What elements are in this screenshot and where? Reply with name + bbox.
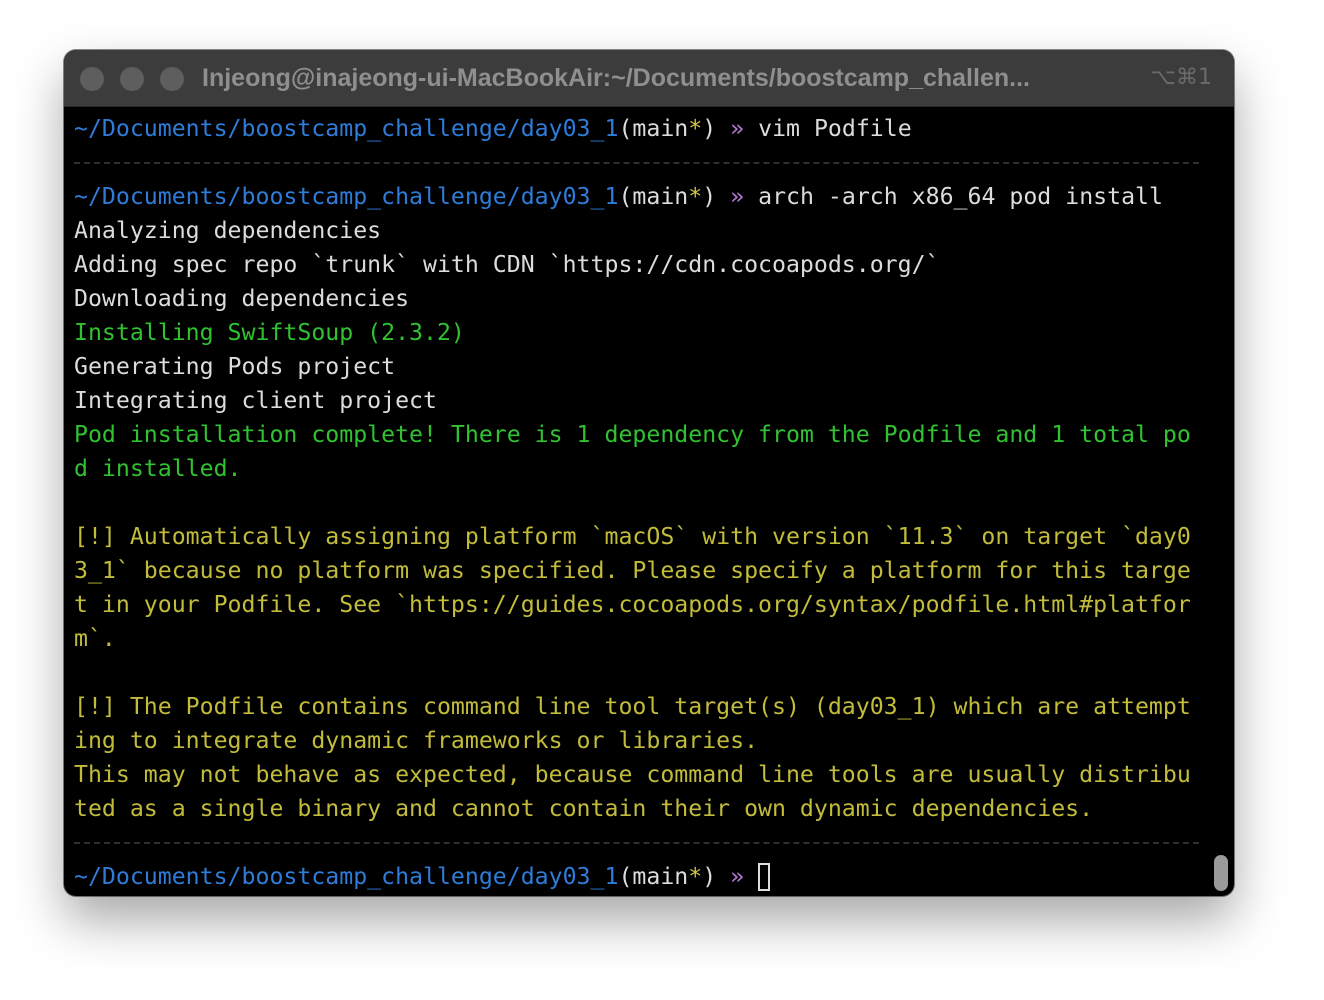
warning-line: 3_1` because no platform was specified. …	[74, 557, 1191, 584]
warning-line: ing to integrate dynamic frameworks or l…	[74, 727, 759, 754]
prompt-paren-close: )	[702, 183, 717, 210]
output-line: Downloading dependencies	[74, 285, 410, 312]
prompt-paren-close: )	[702, 863, 717, 890]
git-dirty-marker: *	[688, 115, 703, 142]
command-text: arch -arch x86_64 pod install	[758, 183, 1163, 210]
warning-line: m`.	[74, 625, 116, 652]
prompt-path: ~/Documents/boostcamp_challenge/day03_1	[74, 183, 619, 210]
prompt-path: ~/Documents/boostcamp_challenge/day03_1	[74, 863, 619, 890]
zoom-window-icon[interactable]	[160, 67, 184, 91]
terminal-output[interactable]: ~/Documents/boostcamp_challenge/day03_1(…	[74, 112, 1199, 894]
git-dirty-marker: *	[688, 183, 703, 210]
command-separator	[74, 826, 1199, 860]
output-line: Integrating client project	[74, 387, 437, 414]
command-separator	[74, 146, 1199, 180]
prompt-arrow: »	[730, 183, 745, 210]
git-branch: main	[632, 863, 689, 890]
active-prompt-line[interactable]: ~/Documents/boostcamp_challenge/day03_1(…	[74, 860, 1199, 894]
close-window-icon[interactable]	[80, 67, 104, 91]
output-line: Adding spec repo `trunk` with CDN `https…	[74, 251, 940, 278]
prompt-arrow: »	[730, 115, 745, 142]
success-line: d installed.	[74, 455, 242, 482]
prompt-line: ~/Documents/boostcamp_challenge/day03_1(…	[74, 112, 1199, 146]
warning-line: This may not behave as expected, because…	[74, 761, 1191, 788]
git-dirty-marker: *	[688, 863, 703, 890]
warning-line: t in your Podfile. See `https://guides.c…	[74, 591, 1191, 618]
prompt-paren-open: (	[618, 183, 633, 210]
prompt-path: ~/Documents/boostcamp_challenge/day03_1	[74, 115, 619, 142]
prompt-arrow: »	[730, 863, 745, 890]
cursor-block-icon[interactable]	[758, 863, 771, 891]
prompt-line: ~/Documents/boostcamp_challenge/day03_1(…	[74, 180, 1199, 214]
install-status-line: Installing SwiftSoup (2.3.2)	[74, 319, 465, 346]
tab-shortcut-label: ⌥⌘1	[1150, 65, 1212, 90]
minimize-window-icon[interactable]	[120, 67, 144, 91]
success-line: Pod installation complete! There is 1 de…	[74, 421, 1191, 448]
window-title: Injeong@inajeong-ui-MacBookAir:~/Documen…	[202, 64, 1030, 92]
git-branch: main	[632, 183, 689, 210]
prompt-paren-close: )	[702, 115, 717, 142]
git-branch: main	[632, 115, 689, 142]
output-line: Analyzing dependencies	[74, 217, 382, 244]
warning-line: [!] Automatically assigning platform `ma…	[74, 523, 1191, 550]
output-line: Generating Pods project	[74, 353, 396, 380]
warning-line: [!] The Podfile contains command line to…	[74, 693, 1191, 720]
prompt-paren-open: (	[618, 863, 633, 890]
title-bar[interactable]: Injeong@inajeong-ui-MacBookAir:~/Documen…	[64, 50, 1234, 107]
prompt-paren-open: (	[618, 115, 633, 142]
warning-line: ted as a single binary and cannot contai…	[74, 795, 1094, 822]
terminal-window: Injeong@inajeong-ui-MacBookAir:~/Documen…	[64, 50, 1234, 896]
command-text: vim Podfile	[758, 115, 912, 142]
scrollbar-thumb[interactable]	[1214, 855, 1228, 891]
